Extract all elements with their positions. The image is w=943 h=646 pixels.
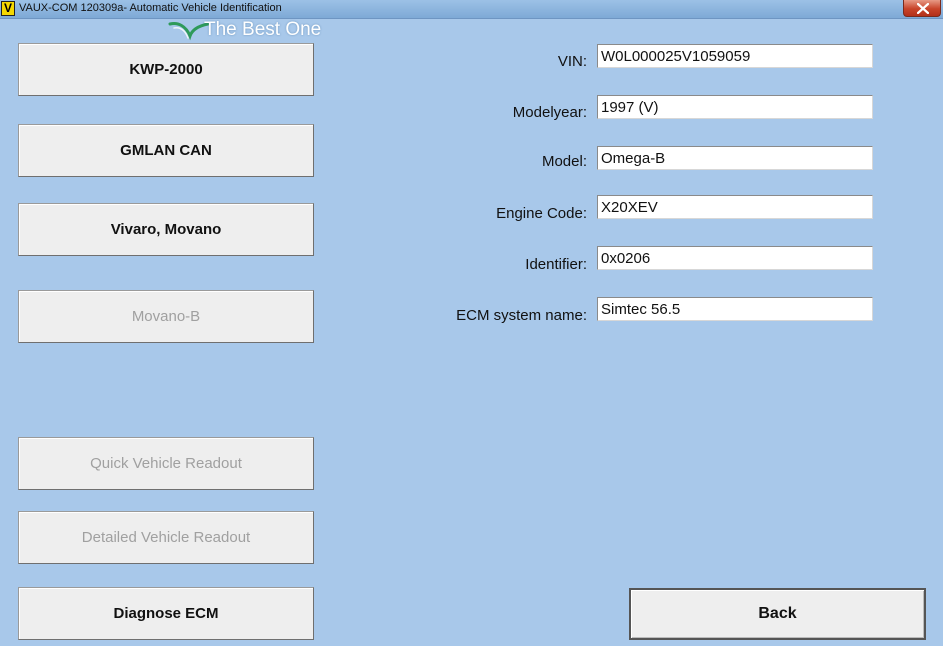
identifier-field[interactable] <box>597 246 873 270</box>
identifier-label: Identifier: <box>525 256 587 273</box>
close-icon <box>917 3 929 14</box>
vivaro-movano-button[interactable]: Vivaro, Movano <box>18 203 314 256</box>
model-label: Model: <box>541 153 587 170</box>
watermark-text: The Best One <box>204 19 322 40</box>
gmlan-can-button[interactable]: GMLAN CAN <box>18 124 314 177</box>
title-bar: V VAUX-COM 120309a- Automatic Vehicle Id… <box>0 0 943 19</box>
engine-code-field[interactable] <box>597 195 873 219</box>
diagnose-ecm-button[interactable]: Diagnose ECM <box>18 587 314 640</box>
modelyear-field[interactable] <box>597 95 873 119</box>
app-logo-icon: V <box>1 1 15 16</box>
modelyear-label: Modelyear: <box>512 104 587 121</box>
watermark: The Best One <box>168 18 326 44</box>
close-button[interactable] <box>903 0 941 17</box>
detailed-vehicle-readout-button[interactable]: Detailed Vehicle Readout <box>18 511 314 564</box>
vin-label: VIN: <box>557 53 587 70</box>
movano-b-button[interactable]: Movano-B <box>18 290 314 343</box>
window-title: VAUX-COM 120309a- Automatic Vehicle Iden… <box>19 2 282 14</box>
vin-field[interactable] <box>597 44 873 68</box>
ecm-system-name-field[interactable] <box>597 297 873 321</box>
model-field[interactable] <box>597 146 873 170</box>
ecm-system-name-label: ECM system name: <box>456 307 587 324</box>
engine-code-label: Engine Code: <box>496 205 587 222</box>
quick-vehicle-readout-button[interactable]: Quick Vehicle Readout <box>18 437 314 490</box>
back-button[interactable]: Back <box>629 588 926 640</box>
kwp-2000-button[interactable]: KWP-2000 <box>18 43 314 96</box>
